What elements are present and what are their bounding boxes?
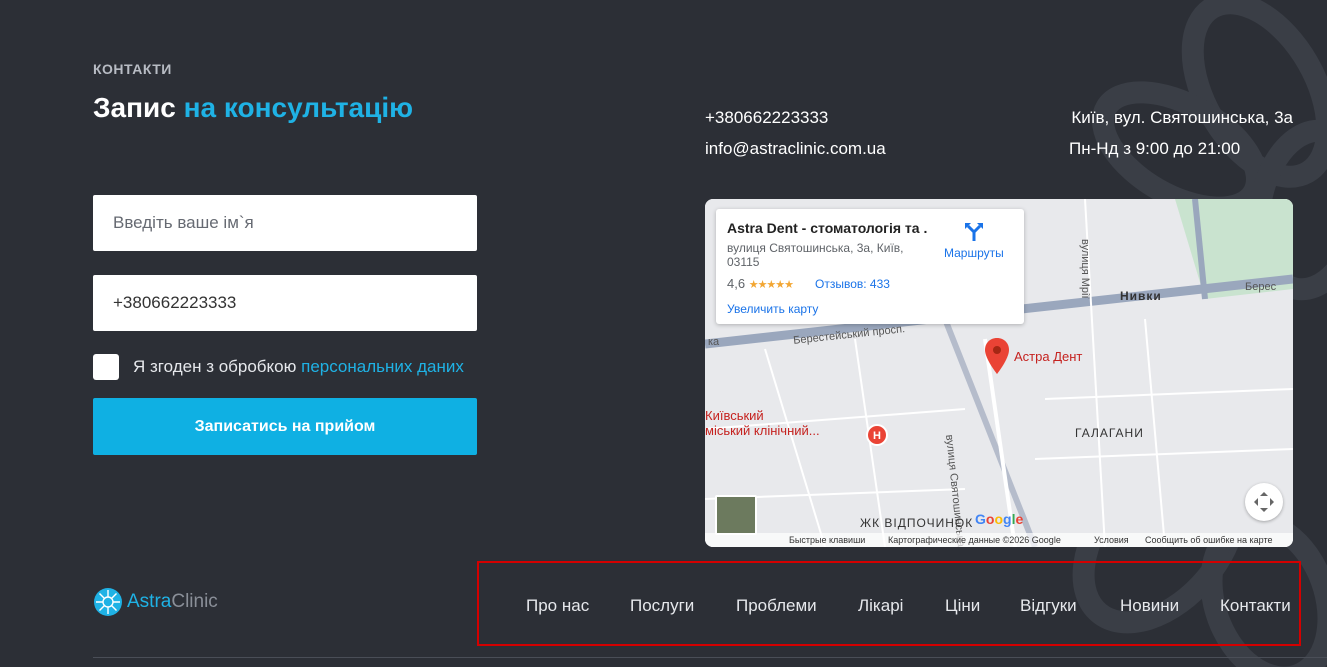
logo-text-clinic: Clinic <box>171 591 218 612</box>
place-card: Astra Dent - стоматологія та ... вулиця … <box>716 209 1024 324</box>
consent-label: Я згоден з обробкою <box>133 357 297 376</box>
section-label: КОНТАКТИ <box>93 61 172 77</box>
nav-contacts[interactable]: Контакти <box>1220 596 1291 616</box>
consent-checkbox[interactable] <box>93 354 119 380</box>
district-vidpochynok: ЖК ВІДПОЧИНОК <box>860 516 974 530</box>
title-main: Запис <box>93 92 176 123</box>
page-title: Запис на консультацію <box>93 92 413 124</box>
expand-icon <box>1254 492 1274 512</box>
street-label-mrii: вулиця Мрії <box>1079 239 1091 299</box>
submit-appointment-button[interactable]: Записатись на прийом <box>93 398 477 455</box>
title-accent: на консультацію <box>183 92 414 123</box>
astra-logo-icon <box>94 588 122 616</box>
nav-news[interactable]: Новини <box>1120 596 1179 616</box>
nav-problems[interactable]: Проблеми <box>736 596 817 616</box>
terms-link[interactable]: Условия <box>1094 535 1129 545</box>
svg-text:H: H <box>873 430 881 442</box>
place-name: Astra Dent - стоматологія та ... <box>727 220 927 236</box>
hospital-label: Київський міський клінічний... <box>705 408 820 438</box>
directions-link[interactable]: Маршруты <box>944 246 1004 260</box>
enlarge-map-link[interactable]: Увеличить карту <box>727 302 818 316</box>
report-error-link[interactable]: Сообщить об ошибке на карте <box>1145 535 1272 545</box>
fullscreen-button[interactable] <box>1245 483 1283 521</box>
reviews-link[interactable]: Отзывов: 433 <box>815 277 890 291</box>
street-label-berest-2: Берес <box>1245 281 1277 293</box>
satellite-toggle[interactable] <box>715 495 757 535</box>
street-label: ка <box>708 336 720 348</box>
nav-doctors[interactable]: Лікарі <box>858 596 903 616</box>
nav-prices[interactable]: Ціни <box>945 596 980 616</box>
directions-icon[interactable] <box>963 221 985 243</box>
pin-label: Астра Дент <box>1014 349 1083 364</box>
place-address: вулиця Святошинська, 3а, Київ, 03115 <box>727 241 904 269</box>
map-footer: Быстрые клавиши Картографические данные … <box>705 533 1293 547</box>
consent-text: Я згоден з обробкою персональних даних <box>133 357 464 377</box>
place-rating: 4,6 ★★★★★ <box>727 276 794 291</box>
name-input[interactable] <box>93 195 477 251</box>
personal-data-link[interactable]: персональних даних <box>301 357 464 376</box>
footer-nav: Про нас Послуги Проблеми Лікарі Ціни Від… <box>477 561 1301 646</box>
contact-phone[interactable]: +380662223333 <box>705 108 828 128</box>
nav-services[interactable]: Послуги <box>630 596 694 616</box>
map-pin-icon[interactable] <box>985 338 1009 374</box>
hospital-icon[interactable]: H <box>866 424 888 446</box>
district-halahany: ГАЛАГАНИ <box>1075 426 1144 440</box>
logo-text-astra: Astra <box>127 591 172 612</box>
map-data-credit: Картографические данные ©2026 Google <box>888 535 1061 545</box>
hospital-label-line2: міський клінічний... <box>705 423 820 438</box>
google-map[interactable]: Astra Dent - стоматологія та ... вулиця … <box>705 199 1293 547</box>
keyboard-shortcuts-link[interactable]: Быстрые клавиши <box>789 535 865 545</box>
hospital-label-line1: Київський <box>705 408 764 423</box>
nav-about[interactable]: Про нас <box>526 596 589 616</box>
astra-clinic-logo[interactable]: AstraClinic <box>93 587 218 617</box>
contact-address: Київ, вул. Святошинська, 3а <box>1071 108 1293 127</box>
phone-input[interactable] <box>93 275 477 331</box>
contact-hours: Пн-Нд з 9:00 до 21:00 <box>1069 139 1241 158</box>
google-logo: Google <box>975 511 1024 527</box>
rating-stars: ★★★★★ <box>748 279 794 291</box>
footer-divider <box>93 657 1327 658</box>
district-nyvky: Нивки <box>1120 289 1162 303</box>
nav-reviews[interactable]: Відгуки <box>1020 596 1077 616</box>
contact-email[interactable]: info@astraclinic.com.ua <box>705 139 886 159</box>
rating-value: 4,6 <box>727 276 746 291</box>
logo-text: AstraClinic <box>127 591 218 613</box>
